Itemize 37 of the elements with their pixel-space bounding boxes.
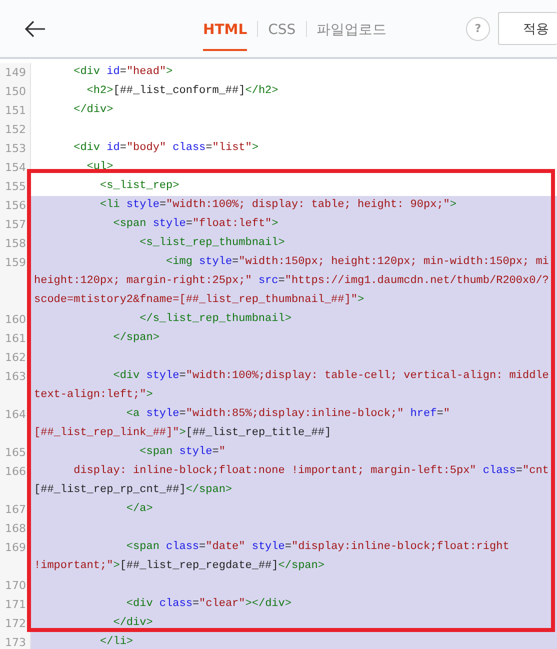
line-number: 151 [5, 104, 26, 117]
line-number: 163 [5, 370, 26, 383]
line-number: 160 [5, 313, 26, 326]
code-line: <ul> [86, 160, 114, 175]
tab[interactable]: 파일업로드 [316, 9, 387, 52]
line-number: 152 [5, 123, 26, 136]
line-number: 164 [5, 408, 26, 421]
line-number: 154 [5, 161, 26, 174]
line-number: 159 [5, 256, 26, 269]
line-number: 156 [5, 199, 26, 212]
line-number: 167 [5, 503, 26, 516]
line-number: 171 [5, 598, 26, 611]
line-number: 166 [5, 465, 26, 478]
code-line: <s_list_rep> [99, 179, 180, 194]
line-number: 169 [5, 541, 26, 554]
code-line: <div id="body" class="list"> [72, 141, 260, 156]
line-number: 153 [5, 142, 26, 155]
line-number: 170 [5, 579, 26, 592]
line-number: 157 [5, 218, 26, 231]
line-number: 158 [5, 237, 26, 250]
line-number: 162 [5, 351, 26, 364]
line-number: 150 [5, 85, 26, 98]
code-line: <h2>[##_list_conform_##]</h2> [86, 84, 280, 99]
code-line: <div id="head"> [72, 65, 174, 80]
line-number: 149 [5, 66, 26, 79]
apply-button[interactable]: 적용 [498, 12, 557, 45]
line-number: 165 [5, 446, 26, 459]
code-line: </div> [72, 103, 114, 118]
line-number: 168 [5, 522, 26, 535]
tab[interactable]: CSS [268, 10, 296, 51]
back-arrow-icon [24, 20, 46, 38]
line-number: 173 [5, 636, 26, 649]
line-number: 172 [5, 617, 26, 630]
help-button[interactable]: ? [466, 16, 490, 40]
line-number: 161 [5, 332, 26, 345]
tab[interactable]: HTML [203, 10, 248, 51]
line-number: 155 [5, 180, 26, 193]
